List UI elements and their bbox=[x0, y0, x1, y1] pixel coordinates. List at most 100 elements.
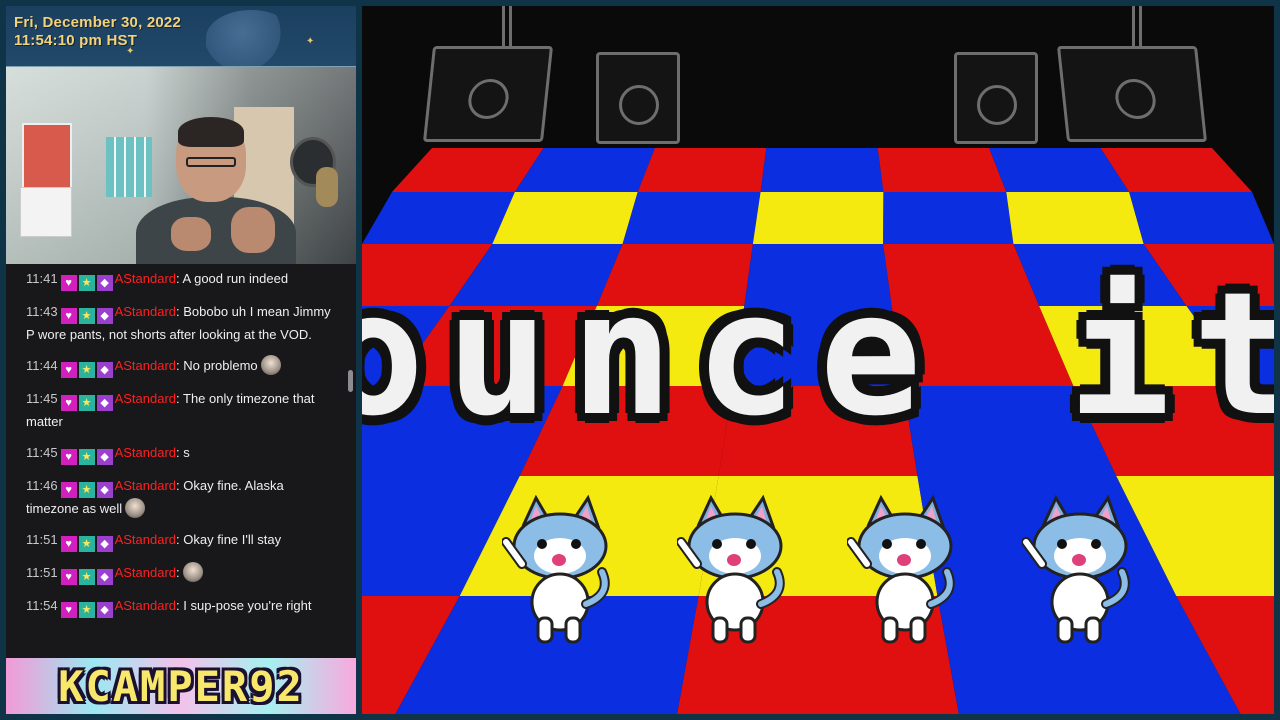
floor-tile bbox=[492, 192, 638, 244]
star-badge-icon[interactable]: ★ bbox=[78, 569, 95, 585]
dancing-cat bbox=[502, 494, 610, 644]
chat-timestamp: 11:45 bbox=[26, 391, 58, 406]
heart-badge-icon[interactable]: ♥ bbox=[60, 569, 77, 585]
gem-badge-icon[interactable]: ◆ bbox=[96, 482, 113, 498]
chat-text: : s bbox=[176, 445, 190, 460]
wall-calendar bbox=[20, 187, 72, 237]
channel-banner-text: KCAMPER92 bbox=[58, 662, 304, 711]
star-badge-icon[interactable]: ★ bbox=[78, 602, 95, 618]
star-badge-icon[interactable]: ★ bbox=[78, 395, 95, 411]
heart-badge-icon[interactable]: ♥ bbox=[60, 275, 77, 291]
chat-username[interactable]: AStandard bbox=[115, 358, 176, 373]
heart-badge-icon[interactable]: ♥ bbox=[60, 308, 77, 324]
floor-tile bbox=[362, 192, 515, 244]
gem-badge-icon[interactable]: ◆ bbox=[96, 275, 113, 291]
chat-username[interactable]: AStandard bbox=[115, 598, 176, 613]
gem-badge-icon[interactable]: ◆ bbox=[96, 395, 113, 411]
gem-badge-icon[interactable]: ◆ bbox=[96, 449, 113, 465]
chat-message: 11:44 ♥ ★ ◆ AStandard: No problemo bbox=[26, 355, 338, 378]
speaker-right-2 bbox=[954, 52, 1038, 144]
chat-timestamp: 11:44 bbox=[26, 358, 58, 373]
star-badge-icon[interactable]: ★ bbox=[78, 482, 95, 498]
chat-timestamp: 11:46 bbox=[26, 478, 58, 493]
emote-icon[interactable] bbox=[182, 562, 203, 582]
game-banner-text: ounce it bbox=[362, 256, 1274, 454]
game-screen: ounce it bbox=[362, 6, 1274, 714]
wall-stickers bbox=[106, 137, 152, 197]
floor-tile bbox=[1006, 192, 1144, 244]
gem-badge-icon[interactable]: ◆ bbox=[96, 362, 113, 378]
dancing-cat bbox=[847, 494, 955, 644]
chat-log[interactable]: 11:41 ♥ ★ ◆ AStandard: A good run indeed 11:4… bbox=[6, 264, 356, 658]
chat-message: 11:54 ♥ ★ ◆ AStandard: I sup-pose you're rig… bbox=[26, 595, 338, 618]
chat-username[interactable]: AStandard bbox=[115, 304, 176, 319]
chat-username[interactable]: AStandard bbox=[115, 271, 176, 286]
emote-icon[interactable] bbox=[125, 498, 146, 518]
chat-text: : bbox=[176, 565, 180, 580]
star-badge-icon[interactable]: ★ bbox=[78, 275, 95, 291]
chat-message: 11:45 ♥ ★ ◆ AStandard: s bbox=[26, 442, 338, 465]
floor-tile bbox=[622, 192, 761, 244]
channel-banner: KCAMPER92 bbox=[6, 658, 356, 714]
chat-timestamp: 11:51 bbox=[26, 532, 58, 547]
chat-text: : No problemo bbox=[176, 358, 258, 373]
chat-timestamp: 11:45 bbox=[26, 445, 58, 460]
heart-badge-icon[interactable]: ♥ bbox=[60, 395, 77, 411]
heart-badge-icon[interactable]: ♥ bbox=[60, 362, 77, 378]
overlay-date: Fri, December 30, 2022 bbox=[14, 14, 181, 31]
chat-username[interactable]: AStandard bbox=[115, 532, 176, 547]
star-badge-icon[interactable]: ★ bbox=[78, 308, 95, 324]
chat-timestamp: 11:54 bbox=[26, 598, 58, 613]
heart-badge-icon[interactable]: ♥ bbox=[60, 602, 77, 618]
streamer-hand bbox=[231, 207, 275, 253]
chat-timestamp: 11:41 bbox=[26, 271, 58, 286]
chat-text: : I sup-pose you're right bbox=[176, 598, 312, 613]
heart-badge-icon[interactable]: ♥ bbox=[60, 449, 77, 465]
streamer-hair bbox=[178, 117, 244, 147]
star-icon: ✦ bbox=[306, 36, 315, 47]
chat-username[interactable]: AStandard bbox=[115, 445, 176, 460]
heart-badge-icon[interactable]: ♥ bbox=[60, 482, 77, 498]
overlay-time: 11:54:10 pm HST bbox=[14, 32, 138, 49]
speaker-left-1 bbox=[422, 46, 554, 142]
star-badge-icon[interactable]: ★ bbox=[78, 362, 95, 378]
date-time-box: ✦ ✦ Fri, December 30, 2022 11:54:10 pm H… bbox=[6, 6, 356, 66]
chat-message: 11:45 ♥ ★ ◆ AStandard: The only timezone tha… bbox=[26, 388, 338, 432]
streamer-hand bbox=[171, 217, 211, 251]
chat-username[interactable]: AStandard bbox=[115, 478, 176, 493]
speaker-left-2 bbox=[596, 52, 680, 144]
chat-text: : A good run indeed bbox=[176, 271, 289, 286]
gem-badge-icon[interactable]: ◆ bbox=[96, 308, 113, 324]
emote-icon[interactable] bbox=[260, 355, 281, 375]
floor-tile bbox=[1129, 192, 1274, 244]
dancing-cat bbox=[677, 494, 785, 644]
chat-timestamp: 11:51 bbox=[26, 565, 58, 580]
microphone bbox=[316, 167, 338, 207]
floor-tile bbox=[752, 192, 884, 244]
dancing-cat bbox=[1022, 494, 1130, 644]
chat-username[interactable]: AStandard bbox=[115, 391, 176, 406]
chat-message: 11:51 ♥ ★ ◆ AStandard: bbox=[26, 562, 338, 585]
star-badge-icon[interactable]: ★ bbox=[78, 449, 95, 465]
heart-badge-icon[interactable]: ♥ bbox=[60, 536, 77, 552]
decorative-art bbox=[206, 10, 296, 66]
chat-message: 11:51 ♥ ★ ◆ AStandard: Okay fine I'll stay bbox=[26, 529, 338, 552]
stream-overlay-panel: ✦ ✦ Fri, December 30, 2022 11:54:10 pm H… bbox=[6, 6, 356, 714]
wall-poster bbox=[22, 123, 72, 193]
gem-badge-icon[interactable]: ◆ bbox=[96, 602, 113, 618]
chat-message: 11:43 ♥ ★ ◆ AStandard: Bobobo uh I mean Jimm… bbox=[26, 301, 338, 345]
speaker-right-1 bbox=[1056, 46, 1208, 142]
floor-tile bbox=[883, 192, 1014, 244]
star-badge-icon[interactable]: ★ bbox=[78, 536, 95, 552]
gem-badge-icon[interactable]: ◆ bbox=[96, 569, 113, 585]
chat-message: 11:41 ♥ ★ ◆ AStandard: A good run indeed bbox=[26, 268, 338, 291]
chat-scrollbar[interactable] bbox=[348, 370, 353, 392]
streamer-glasses bbox=[186, 157, 236, 167]
chat-text: : Okay fine I'll stay bbox=[176, 532, 282, 547]
gem-badge-icon[interactable]: ◆ bbox=[96, 536, 113, 552]
webcam-feed bbox=[6, 66, 356, 264]
chat-username[interactable]: AStandard bbox=[115, 565, 176, 580]
speakers bbox=[362, 6, 1274, 156]
chat-message: 11:46 ♥ ★ ◆ AStandard: Okay fine. Alaska tim… bbox=[26, 475, 338, 519]
chat-timestamp: 11:43 bbox=[26, 304, 58, 319]
